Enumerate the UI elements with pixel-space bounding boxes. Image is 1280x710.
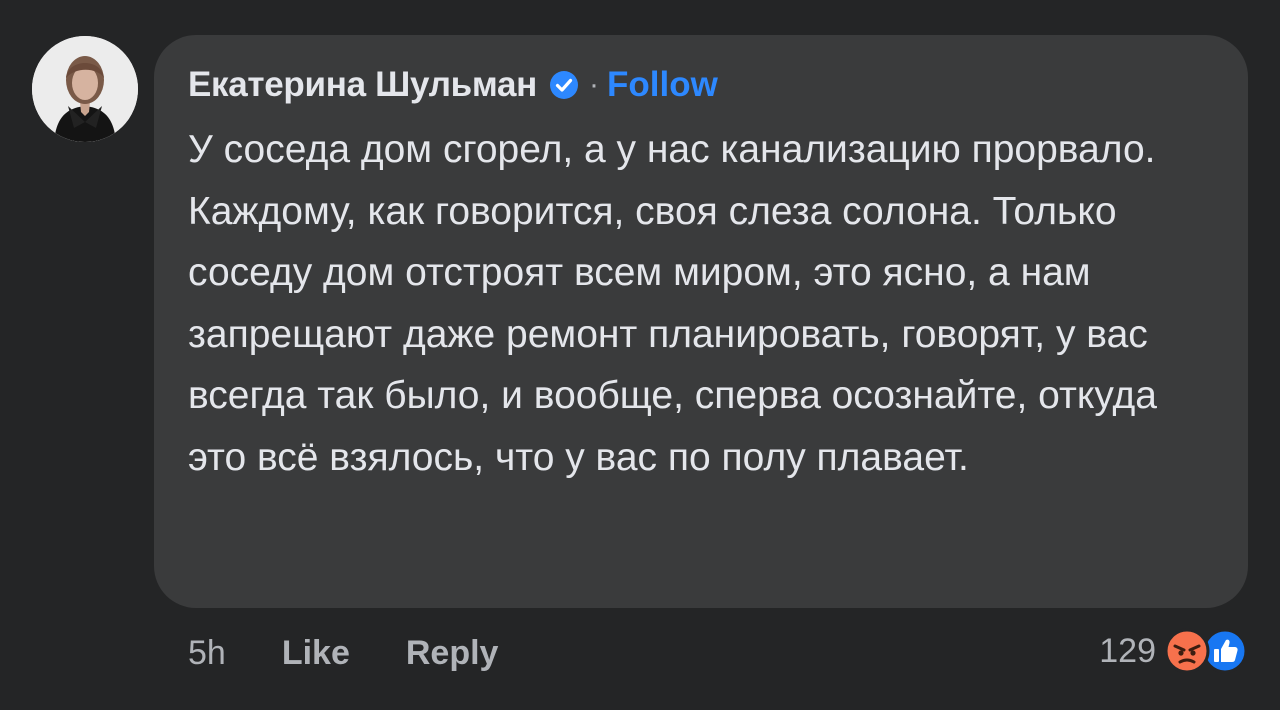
separator-dot: ·	[589, 68, 600, 101]
angry-reaction-icon	[1164, 628, 1210, 674]
comment-timestamp[interactable]: 5h	[188, 634, 226, 673]
reaction-icons	[1164, 628, 1248, 674]
avatar[interactable]	[32, 36, 138, 142]
comment-bubble: Екатерина Шульман · Follow У соседа дом …	[154, 35, 1248, 608]
comment-actions: 5h Like Reply	[188, 628, 498, 678]
profile-photo-icon	[32, 36, 138, 142]
author-name[interactable]: Екатерина Шульман	[188, 65, 537, 105]
reply-button[interactable]: Reply	[406, 634, 499, 673]
reaction-count: 129	[1099, 631, 1156, 670]
comment-header: Екатерина Шульман · Follow	[188, 59, 1214, 111]
like-button[interactable]: Like	[282, 634, 350, 673]
follow-button[interactable]: Follow	[607, 65, 718, 105]
reactions-summary[interactable]: 129	[1099, 626, 1248, 676]
comment-text: У соседа дом сгорел, а у нас канализацию…	[188, 128, 1158, 479]
comment-screen: Екатерина Шульман · Follow У соседа дом …	[0, 0, 1280, 710]
verified-badge-icon	[549, 70, 579, 100]
